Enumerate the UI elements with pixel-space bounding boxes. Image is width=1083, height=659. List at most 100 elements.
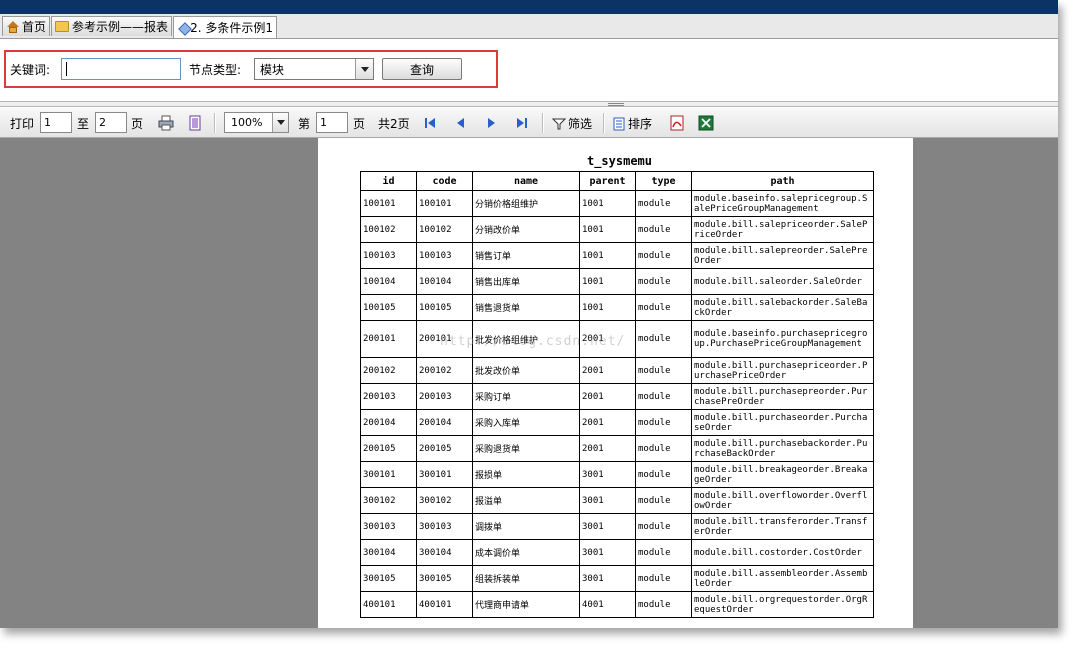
keyword-input[interactable] — [61, 58, 181, 80]
next-page-icon[interactable] — [484, 116, 498, 130]
cell-id: 100101 — [360, 190, 417, 217]
cell-parent: 4001 — [579, 591, 636, 618]
cell-id: 100104 — [360, 268, 417, 295]
search-highlight-box: 关键词: 节点类型: 模块 查询 — [4, 50, 498, 88]
cell-path: module.bill.orgrequestorder.OrgRequestOr… — [691, 591, 874, 618]
pdf-export-icon[interactable] — [669, 115, 685, 131]
tab-reference-report[interactable]: 参考示例——报表 — [51, 16, 172, 36]
table-row: 200104 200104 采购入库单 2001 module module.bill.p… — [360, 409, 874, 436]
cell-path: module.bill.costorder.CostOrder — [691, 539, 874, 566]
filter-label: 筛选 — [568, 117, 593, 131]
cell-name: 销售出库单 — [472, 268, 580, 295]
prev-page-icon[interactable] — [454, 116, 468, 130]
tab-label: 2. 多条件示例1 — [190, 21, 273, 35]
cell-type: module — [635, 591, 692, 618]
cell-name: 代理商申请单 — [472, 591, 580, 618]
table-row: 100102 100102 分销改价单 1001 module module.bill.s… — [360, 216, 874, 243]
folder-icon — [55, 21, 69, 32]
node-type-select[interactable]: 模块 — [254, 58, 374, 80]
cell-type: module — [635, 190, 692, 217]
zoom-select[interactable]: 100% — [224, 112, 289, 133]
cell-code: 200103 — [416, 383, 473, 410]
sort-button[interactable]: 排序 — [612, 115, 652, 132]
cell-code: 300105 — [416, 565, 473, 592]
printer-icon[interactable] — [158, 115, 174, 131]
cell-path: module.bill.assembleorder.AssembleOrder — [691, 565, 874, 592]
cell-path: module.baseinfo.salepricegroup.SalePrice… — [691, 190, 874, 217]
cell-code: 400101 — [416, 591, 473, 618]
cell-type: module — [635, 320, 692, 358]
tab-label: 首页 — [21, 20, 46, 34]
print-label: 打印 — [10, 117, 35, 131]
chevron-down-icon[interactable] — [355, 59, 373, 79]
cell-name: 报溢单 — [472, 487, 580, 514]
cell-path: module.bill.overfloworder.OverflowOrder — [691, 487, 874, 514]
print-to-input[interactable] — [95, 112, 127, 133]
cell-parent: 3001 — [579, 565, 636, 592]
table-row: 200102 200102 批发改价单 2001 module module.bill.p… — [360, 357, 874, 384]
cell-name: 采购订单 — [472, 383, 580, 410]
panel-splitter[interactable] — [0, 101, 1058, 107]
print-from-input[interactable] — [40, 112, 72, 133]
last-page-icon[interactable] — [515, 116, 529, 130]
table-row: 200101 200101 批发价格组维护 2001 module module.base… — [360, 320, 874, 358]
table-row: 300102 300102 报溢单 3001 module module.bill.ove… — [360, 487, 874, 514]
cell-parent: 1001 — [579, 268, 636, 295]
cell-type: module — [635, 294, 692, 321]
cell-type: module — [635, 357, 692, 384]
cell-id: 200102 — [360, 357, 417, 384]
table-row: 300101 300101 报损单 3001 module module.bill.bre… — [360, 461, 874, 488]
table-row: 300104 300104 成本调价单 3001 module module.bill.c… — [360, 539, 874, 566]
cell-id: 100102 — [360, 216, 417, 243]
cell-parent: 3001 — [579, 461, 636, 488]
node-type-value: 模块 — [260, 62, 285, 77]
cell-path: module.bill.salebackorder.SaleBackOrder — [691, 294, 874, 321]
chevron-down-icon[interactable] — [272, 113, 288, 132]
report-toolbar: 打印 至 页 100% 第 页 共2页 — [0, 108, 1058, 138]
cell-id: 100105 — [360, 294, 417, 321]
cell-code: 300101 — [416, 461, 473, 488]
cell-code: 100105 — [416, 294, 473, 321]
cell-parent: 3001 — [579, 513, 636, 540]
page-unit-label: 页 — [131, 117, 144, 131]
filter-button[interactable]: 筛选 — [552, 115, 592, 132]
column-header-path: path — [691, 171, 874, 191]
cell-path: module.bill.saleorder.SaleOrder — [691, 268, 874, 295]
toolbar-separator — [542, 113, 544, 133]
report-viewer[interactable]: t_sysmemu id code name parent type path — [0, 138, 1058, 628]
app-window: 首页 参考示例——报表 2. 多条件示例1 关键词: 节点类型: 模块 查询 打… — [0, 0, 1058, 628]
cell-name: 采购入库单 — [472, 409, 580, 436]
cell-type: module — [635, 565, 692, 592]
toolbar-separator — [214, 113, 216, 133]
report-page: t_sysmemu id code name parent type path — [318, 138, 913, 628]
cell-parent: 2001 — [579, 435, 636, 462]
table-row: 300105 300105 组装拆装单 3001 module module.bill.a… — [360, 565, 874, 592]
title-bar — [0, 0, 1058, 14]
excel-export-icon[interactable] — [698, 115, 714, 131]
table-header-row: id code name parent type path — [360, 171, 874, 191]
sort-icon — [613, 117, 625, 130]
toolbar-separator — [603, 113, 605, 133]
cell-id: 300105 — [360, 565, 417, 592]
keyword-label: 关键词: — [10, 63, 51, 77]
cell-path: module.bill.salepreorder.SalePreOrder — [691, 242, 874, 269]
column-header-name: name — [472, 171, 580, 191]
tab-home[interactable]: 首页 — [2, 16, 50, 36]
query-button[interactable]: 查询 — [382, 58, 462, 80]
table-row: 100105 100105 销售退货单 1001 module module.bill.s… — [360, 294, 874, 321]
page-setup-icon[interactable] — [187, 115, 203, 131]
cell-type: module — [635, 216, 692, 243]
tab-multi-condition[interactable]: 2. 多条件示例1 — [173, 16, 277, 38]
table-row: 400101 400101 代理商申请单 4001 module module.bill.… — [360, 591, 874, 618]
page-nav-suffix: 页 — [353, 117, 366, 131]
home-icon — [6, 20, 19, 33]
cell-path: module.bill.purchasebackorder.PurchaseBa… — [691, 435, 874, 462]
current-page-input[interactable] — [316, 112, 348, 133]
cell-path: module.bill.purchasepreorder.PurchasePre… — [691, 383, 874, 410]
cell-code: 100101 — [416, 190, 473, 217]
cell-type: module — [635, 513, 692, 540]
report-table-body: 100101 100101 分销价格组维护 1001 module module.base… — [360, 190, 874, 618]
first-page-icon[interactable] — [423, 116, 437, 130]
grip-icon[interactable] — [608, 103, 624, 106]
cell-code: 100102 — [416, 216, 473, 243]
